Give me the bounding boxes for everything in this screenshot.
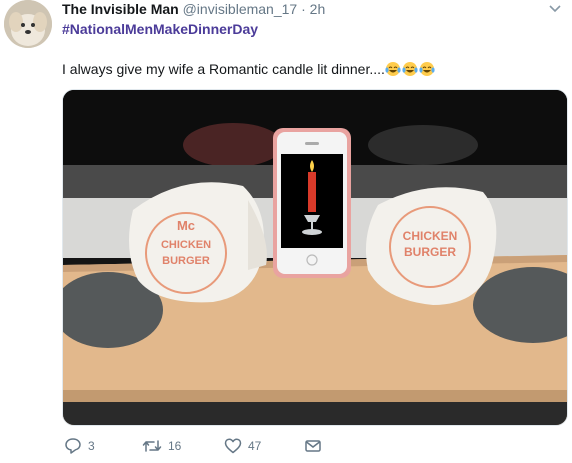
avatar[interactable] bbox=[4, 0, 52, 48]
wrapper-logo-text: Mc bbox=[177, 218, 195, 233]
like-button[interactable]: 47 bbox=[224, 436, 261, 456]
face-with-tears-of-joy-icon bbox=[402, 62, 418, 76]
retweet-button[interactable]: 16 bbox=[142, 436, 181, 456]
retweet-count: 16 bbox=[168, 439, 182, 453]
separator: · bbox=[301, 1, 306, 17]
hashtag-link[interactable]: #NationalMenMakeDinnerDay bbox=[62, 20, 258, 38]
reply-count: 3 bbox=[88, 439, 95, 453]
wrapper-burger-text-right: BURGER bbox=[404, 245, 456, 259]
wrapper-chicken-text: CHICKEN bbox=[161, 239, 211, 251]
direct-message-button[interactable] bbox=[304, 436, 322, 456]
face-with-tears-of-joy-icon bbox=[385, 62, 401, 76]
message-icon bbox=[305, 440, 321, 452]
display-name[interactable]: The Invisible Man bbox=[62, 1, 179, 17]
tweet-text-body: I always give my wife a Romantic candle … bbox=[62, 61, 385, 77]
tweet-header: The Invisible Man @invisibleman_17 · 2h bbox=[62, 0, 325, 18]
tweet-photo[interactable]: Mc CHICKEN BURGER CHICKEN BURGER bbox=[62, 89, 568, 426]
wrapper-burger-text: BURGER bbox=[162, 255, 210, 267]
like-count: 47 bbox=[248, 439, 262, 453]
emoji-group bbox=[385, 61, 435, 81]
reply-icon bbox=[65, 438, 81, 454]
phone-with-candle bbox=[273, 128, 351, 278]
dog-avatar-icon bbox=[4, 0, 52, 48]
timestamp[interactable]: 2h bbox=[310, 1, 326, 17]
chevron-down-icon[interactable] bbox=[548, 2, 562, 16]
photo-illustration: Mc CHICKEN BURGER CHICKEN BURGER bbox=[63, 90, 567, 425]
tweet-text: I always give my wife a Romantic candle … bbox=[62, 60, 435, 81]
face-with-tears-of-joy-icon bbox=[419, 62, 435, 76]
retweet-icon bbox=[142, 440, 162, 452]
like-icon bbox=[224, 438, 242, 454]
wrapper-chicken-text-right: CHICKEN bbox=[403, 229, 458, 243]
reply-button[interactable]: 3 bbox=[64, 436, 95, 456]
user-handle[interactable]: @invisibleman_17 bbox=[183, 1, 298, 17]
